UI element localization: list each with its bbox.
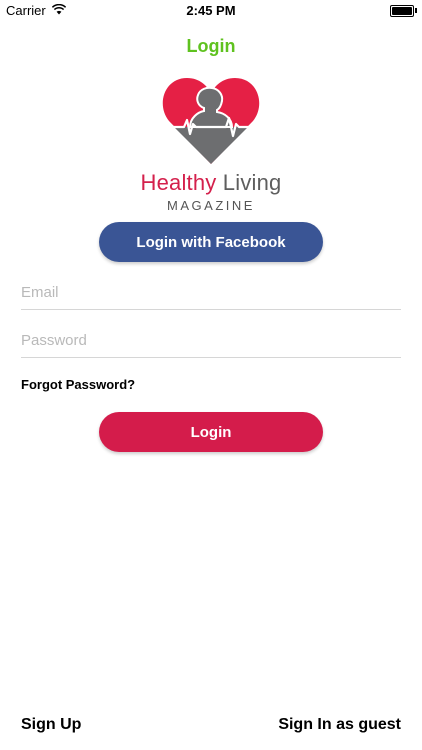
facebook-login-button[interactable]: Login with Facebook — [99, 222, 323, 262]
sign-up-link[interactable]: Sign Up — [21, 716, 81, 734]
heart-logo-icon — [162, 78, 260, 164]
password-field[interactable] — [21, 332, 401, 358]
status-time: 2:45 PM — [186, 3, 236, 18]
status-bar: Carrier 2:45 PM — [0, 0, 422, 22]
brand-title: Healthy Living — [0, 170, 422, 196]
brand-name-secondary: Living — [216, 170, 282, 195]
brand-subtitle: MAGAZINE — [167, 198, 255, 213]
battery-nub — [415, 8, 417, 13]
battery-icon — [390, 5, 414, 17]
page-title: Login — [186, 36, 236, 56]
forgot-password-link[interactable]: Forgot Password? — [21, 377, 135, 392]
sign-in-guest-link[interactable]: Sign In as guest — [278, 716, 401, 734]
brand-name-primary: Healthy — [140, 170, 217, 195]
login-button[interactable]: Login — [99, 412, 323, 452]
email-field[interactable] — [21, 284, 401, 310]
